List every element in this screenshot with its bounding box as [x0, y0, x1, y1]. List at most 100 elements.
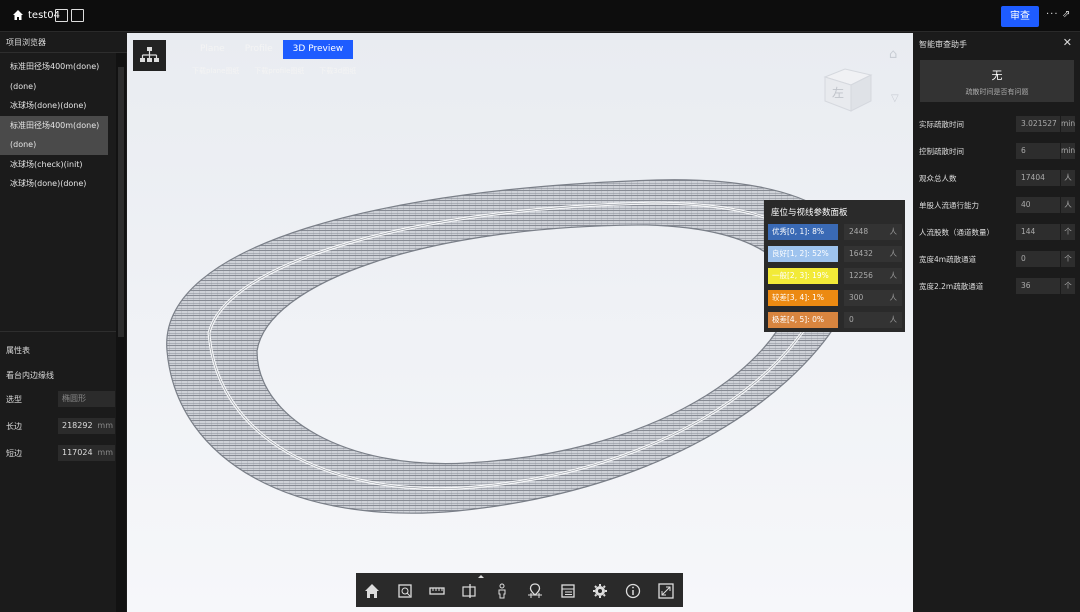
- metric-row: 实际疏散时间 3.021527 min: [919, 116, 1075, 132]
- metric-value[interactable]: 3.021527: [1016, 116, 1060, 132]
- seat-count-field[interactable]: 16432 人: [844, 246, 902, 262]
- review-button[interactable]: 审查: [1001, 6, 1039, 27]
- metric-label: 单股人流通行能力: [919, 201, 979, 210]
- tree-item[interactable]: 标准田径场400m(done): [0, 57, 108, 77]
- properties-icon[interactable]: [560, 583, 576, 599]
- save-icon[interactable]: [55, 9, 68, 22]
- download-profile-link[interactable]: 下载profile图纸: [254, 66, 304, 76]
- tree-item[interactable]: 冰球场(done)(done): [0, 174, 108, 194]
- hierarchy-button[interactable]: [133, 40, 166, 71]
- seat-count-field[interactable]: 12256 人: [844, 268, 902, 284]
- prop-row-long: 长边 218292 mm: [6, 418, 115, 434]
- settings-icon[interactable]: [592, 583, 608, 599]
- prop-value: 椭圆形: [62, 394, 86, 403]
- home-view-icon[interactable]: [364, 583, 380, 599]
- metric-unit: 个: [1061, 251, 1075, 267]
- download-plane-link[interactable]: 下载plane图纸: [192, 66, 239, 76]
- 3d-viewport[interactable]: Plane Profile 3D Preview 下载plane图纸 下载profi…: [127, 33, 913, 612]
- top-bar: test04 审查 ··· ⇗: [0, 0, 1080, 32]
- seat-level-tag: 较差[3, 4]: 1%: [768, 290, 838, 306]
- review-result-box: 无 疏散时间是否有问题: [920, 60, 1074, 102]
- metric-value[interactable]: 144: [1016, 224, 1060, 240]
- seat-row-poor: 较差[3, 4]: 1% 300 人: [768, 290, 902, 306]
- seat-row-excellent: 优秀[0, 1]: 8% 2448 人: [768, 224, 902, 240]
- view-dropdown-icon[interactable]: ▽: [891, 93, 899, 104]
- prop-long-input[interactable]: 218292 mm: [58, 418, 115, 434]
- download-links: 下载plane图纸 下载profile图纸 下载3d图纸: [192, 66, 368, 76]
- info-icon[interactable]: [625, 583, 641, 599]
- seat-level-tag: 极差[4, 5]: 0%: [768, 312, 838, 328]
- metric-value[interactable]: 40: [1016, 197, 1060, 213]
- tab-3d-preview[interactable]: 3D Preview: [282, 40, 354, 59]
- left-scrollbar[interactable]: [116, 53, 126, 612]
- prop-value: 218292: [62, 421, 93, 430]
- seat-count: 0: [849, 315, 854, 324]
- measure-icon[interactable]: [429, 583, 445, 599]
- metric-row: 宽度4m疏散通道 0 个: [919, 251, 1075, 267]
- seat-unit: 人: [889, 315, 898, 324]
- metric-value[interactable]: 6: [1016, 143, 1060, 159]
- export-icon[interactable]: [71, 9, 84, 22]
- zoom-box-icon[interactable]: [397, 583, 413, 599]
- review-assistant-panel: 智能审查助手 ✕ 无 疏散时间是否有问题 实际疏散时间 3.021527 min…: [913, 33, 1080, 612]
- metric-row: 控制疏散时间 6 min: [919, 143, 1075, 159]
- seat-unit: 人: [889, 293, 898, 302]
- seat-unit: 人: [889, 227, 898, 236]
- seat-row-fair: 一般[2, 3]: 19% 12256 人: [768, 268, 902, 284]
- project-tree: 标准田径场400m(done) (done) 冰球场(done)(done) 标…: [0, 57, 127, 194]
- project-browser-title: 项目浏览器: [0, 33, 127, 53]
- tree-item[interactable]: 冰球场(check)(init): [0, 155, 108, 175]
- seat-row-good: 良好[1, 2]: 52% 16432 人: [768, 246, 902, 262]
- tree-item-selected[interactable]: 标准田径场400m(done): [0, 115, 108, 135]
- prop-short-input[interactable]: 117024 mm: [58, 445, 115, 461]
- fullscreen-icon[interactable]: [658, 583, 674, 599]
- tab-profile[interactable]: Profile: [235, 40, 283, 59]
- metric-row: 观众总人数 17404 人: [919, 170, 1075, 186]
- more-icon[interactable]: ···: [1046, 9, 1059, 20]
- scrollbar-thumb[interactable]: [118, 67, 124, 337]
- seat-count: 16432: [849, 249, 873, 258]
- download-3d-link[interactable]: 下载3d图纸: [319, 66, 356, 76]
- view-tabs: Plane Profile 3D Preview: [190, 40, 354, 59]
- prop-label: 短边: [6, 449, 22, 458]
- metric-unit: min: [1061, 116, 1075, 132]
- metric-label: 实际疏散时间: [919, 120, 964, 129]
- seat-panel-title: 座位与视线参数面板: [771, 208, 848, 218]
- share-icon[interactable]: ⇗: [1062, 9, 1070, 20]
- seat-count: 300: [849, 293, 864, 302]
- metric-value[interactable]: 0: [1016, 251, 1060, 267]
- tree-item[interactable]: (done): [0, 77, 108, 97]
- seat-unit: 人: [889, 271, 898, 280]
- seat-count: 12256: [849, 271, 873, 280]
- metric-unit: 人: [1061, 170, 1075, 186]
- prop-shape-select[interactable]: 椭圆形: [58, 391, 115, 407]
- prop-value: 117024: [62, 448, 93, 457]
- section-icon[interactable]: [462, 583, 478, 599]
- seat-count-field[interactable]: 300 人: [844, 290, 902, 306]
- tab-plane[interactable]: Plane: [190, 40, 235, 59]
- tree-item[interactable]: 冰球场(done)(done): [0, 96, 108, 116]
- metric-row: 宽度2.2m疏散通道 36 个: [919, 278, 1075, 294]
- metric-unit: min: [1061, 143, 1075, 159]
- home-icon[interactable]: [12, 9, 24, 21]
- metric-label: 宽度2.2m疏散通道: [919, 282, 984, 291]
- seat-row-very-poor: 极差[4, 5]: 0% 0人: [768, 312, 902, 328]
- assistant-title: 智能审查助手: [919, 40, 967, 49]
- close-icon[interactable]: ✕: [1063, 36, 1072, 49]
- seat-count-field[interactable]: 0人: [844, 312, 902, 328]
- expand-caret-icon[interactable]: [477, 574, 485, 579]
- seat-level-tag: 一般[2, 3]: 19%: [768, 268, 838, 284]
- seat-count-field[interactable]: 2448 人: [844, 224, 902, 240]
- view-cube[interactable]: 左: [819, 57, 877, 115]
- metric-unit: 个: [1061, 224, 1075, 240]
- metric-value[interactable]: 36: [1016, 278, 1060, 294]
- review-result: 无: [991, 69, 1003, 82]
- view-home-icon[interactable]: ⌂: [889, 47, 897, 62]
- metric-value[interactable]: 17404: [1016, 170, 1060, 186]
- prop-unit: mm: [97, 421, 113, 430]
- person-view-icon[interactable]: [494, 583, 510, 599]
- metric-label: 宽度4m疏散通道: [919, 255, 977, 264]
- tree-item-selected[interactable]: (done): [0, 135, 108, 155]
- location-icon[interactable]: [527, 583, 543, 599]
- divider: [0, 331, 116, 332]
